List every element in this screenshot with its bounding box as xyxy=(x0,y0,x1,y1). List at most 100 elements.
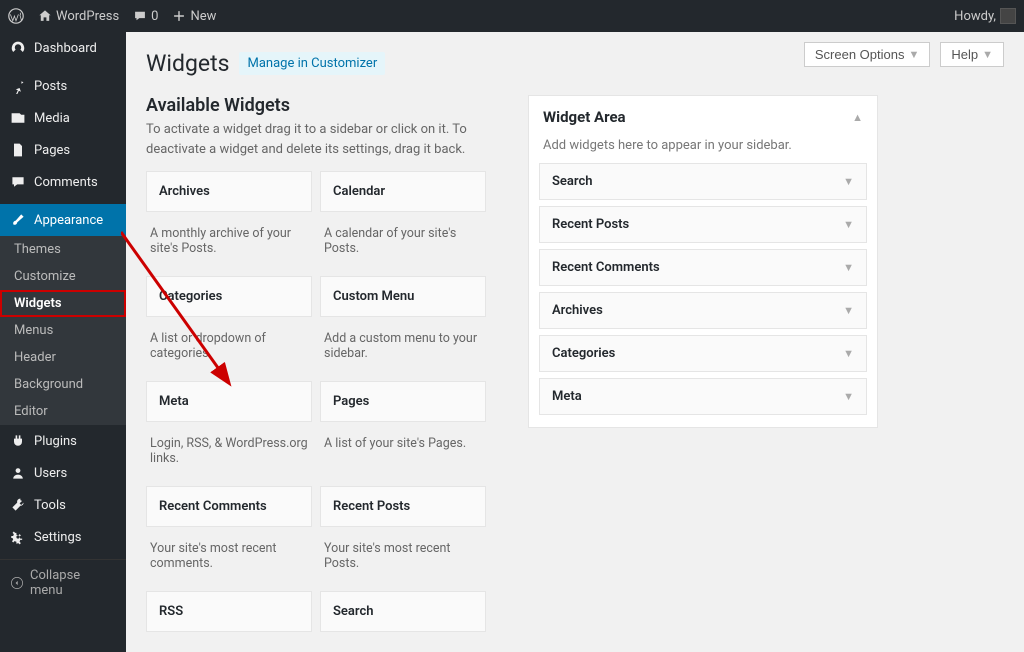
available-widgets-help: To activate a widget drag it to a sideba… xyxy=(146,120,486,159)
widget-area-item[interactable]: Categories▼ xyxy=(539,335,867,372)
dashboard-icon xyxy=(10,40,26,56)
widget-area-hint: Add widgets here to appear in your sideb… xyxy=(529,138,877,163)
menu-label: Dashboard xyxy=(34,41,97,56)
available-widget-title[interactable]: RSS xyxy=(146,591,312,632)
widget-area-item-label: Recent Posts xyxy=(552,217,629,232)
available-widget-title[interactable]: Pages xyxy=(320,381,486,422)
collapse-menu[interactable]: Collapse menu xyxy=(0,559,126,606)
available-widget-desc: Your site's most recent Posts. xyxy=(320,537,486,581)
page-title: Widgets xyxy=(146,50,229,77)
caret-down-icon: ▼ xyxy=(843,304,854,317)
widget-area-title: Widget Area xyxy=(543,108,626,126)
available-widget-desc: A calendar of your site's Posts. xyxy=(320,222,486,266)
caret-up-icon: ▲ xyxy=(852,111,863,124)
available-widget-title[interactable]: Custom Menu xyxy=(320,276,486,317)
sub-themes[interactable]: Themes xyxy=(0,236,126,263)
widget-area-item[interactable]: Archives ▼ xyxy=(539,292,867,329)
help-label: Help xyxy=(951,47,978,62)
menu-users[interactable]: Users xyxy=(0,457,126,489)
screen-options-button[interactable]: Screen Options▼ xyxy=(804,42,931,67)
media-icon xyxy=(10,110,26,126)
available-widget-desc: Login, RSS, & WordPress.org links. xyxy=(146,432,312,476)
collapse-icon xyxy=(10,576,24,590)
help-button[interactable]: Help▼ xyxy=(940,42,1004,67)
menu-media[interactable]: Media xyxy=(0,102,126,134)
comments-icon xyxy=(10,174,26,190)
new-content-link[interactable]: New xyxy=(172,9,216,24)
widget-area-item[interactable]: Recent Comments ▼ xyxy=(539,249,867,286)
avatar xyxy=(1000,8,1016,24)
admin-sidebar: Dashboard Posts Media Pages Comments App… xyxy=(0,32,126,652)
comment-icon xyxy=(133,9,147,23)
menu-label: Media xyxy=(34,111,70,126)
manage-in-customizer-link[interactable]: Manage in Customizer xyxy=(239,52,385,75)
menu-label: Users xyxy=(34,466,67,481)
caret-down-icon: ▼ xyxy=(843,390,854,403)
available-widgets-grid: ArchivesCalendarA monthly archive of you… xyxy=(146,171,486,632)
sub-menus[interactable]: Menus xyxy=(0,317,126,344)
screen-options-label: Screen Options xyxy=(815,47,905,62)
menu-posts[interactable]: Posts xyxy=(0,70,126,102)
available-widget-title[interactable]: Archives xyxy=(146,171,312,212)
menu-plugins[interactable]: Plugins xyxy=(0,425,126,457)
widget-area-list: Search▼Recent Posts▼Recent Comments▼Arch… xyxy=(529,163,877,427)
menu-label: Comments xyxy=(34,175,98,190)
main-content: Screen Options▼ Help▼ Widgets Manage in … xyxy=(126,32,1024,652)
new-label: New xyxy=(190,9,216,24)
users-icon xyxy=(10,465,26,481)
site-name-link[interactable]: WordPress xyxy=(38,9,119,24)
available-widgets-title: Available Widgets xyxy=(146,95,486,116)
caret-down-icon: ▼ xyxy=(843,218,854,231)
available-widget-desc: Add a custom menu to your sidebar. xyxy=(320,327,486,371)
menu-label: Posts xyxy=(34,79,67,94)
widget-area-panel: Widget Area ▲ Add widgets here to appear… xyxy=(528,95,878,428)
menu-pages[interactable]: Pages xyxy=(0,134,126,166)
available-widgets-panel: Available Widgets To activate a widget d… xyxy=(146,95,486,632)
comments-count: 0 xyxy=(151,9,158,24)
available-widget-title[interactable]: Meta xyxy=(146,381,312,422)
caret-down-icon: ▼ xyxy=(843,261,854,274)
available-widget-desc: A list of your site's Pages. xyxy=(320,432,486,476)
widget-area-item[interactable]: Meta ▼ xyxy=(539,378,867,415)
pages-icon xyxy=(10,142,26,158)
widget-area-item-label: Meta xyxy=(552,389,582,404)
widget-area-item-label: Categories xyxy=(552,346,615,361)
sub-editor[interactable]: Editor xyxy=(0,398,126,425)
home-icon xyxy=(38,9,52,23)
menu-comments[interactable]: Comments xyxy=(0,166,126,198)
sub-background[interactable]: Background xyxy=(0,371,126,398)
menu-label: Plugins xyxy=(34,434,77,449)
submenu-appearance: Themes Customize Widgets Menus Header Ba… xyxy=(0,236,126,425)
sub-header[interactable]: Header xyxy=(0,344,126,371)
tools-icon xyxy=(10,497,26,513)
widget-area-item-label: Archives xyxy=(552,303,603,318)
available-widget-title[interactable]: Calendar xyxy=(320,171,486,212)
menu-label: Settings xyxy=(34,530,81,545)
sub-customize[interactable]: Customize xyxy=(0,263,126,290)
menu-appearance[interactable]: Appearance xyxy=(0,204,126,236)
available-widget-desc: A monthly archive of your site's Posts. xyxy=(146,222,312,266)
menu-settings[interactable]: Settings xyxy=(0,521,126,553)
widget-area-item-label: Search xyxy=(552,174,593,189)
menu-tools[interactable]: Tools xyxy=(0,489,126,521)
widget-area-header[interactable]: Widget Area ▲ xyxy=(529,96,877,138)
collapse-label: Collapse menu xyxy=(30,568,116,598)
comments-link[interactable]: 0 xyxy=(133,9,158,24)
widget-area-item-label: Recent Comments xyxy=(552,260,660,275)
menu-dashboard[interactable]: Dashboard xyxy=(0,32,126,64)
available-widget-desc: Your site's most recent comments. xyxy=(146,537,312,581)
available-widget-desc: A list or dropdown of categories. xyxy=(146,327,312,371)
caret-down-icon: ▼ xyxy=(843,175,854,188)
plugin-icon xyxy=(10,433,26,449)
available-widget-title[interactable]: Search xyxy=(320,591,486,632)
admin-bar: WordPress 0 New Howdy, xyxy=(0,0,1024,32)
caret-down-icon: ▼ xyxy=(908,49,919,61)
wp-logo[interactable] xyxy=(8,8,24,24)
menu-label: Tools xyxy=(34,498,66,513)
howdy-label: Howdy, xyxy=(954,9,996,24)
widget-area-item[interactable]: Recent Posts ▼ xyxy=(539,206,867,243)
widget-area-item[interactable]: Search ▼ xyxy=(539,163,867,200)
available-widget-title[interactable]: Categories xyxy=(146,276,312,317)
sub-widgets[interactable]: Widgets xyxy=(0,290,126,317)
howdy-link[interactable]: Howdy, xyxy=(954,8,1016,24)
